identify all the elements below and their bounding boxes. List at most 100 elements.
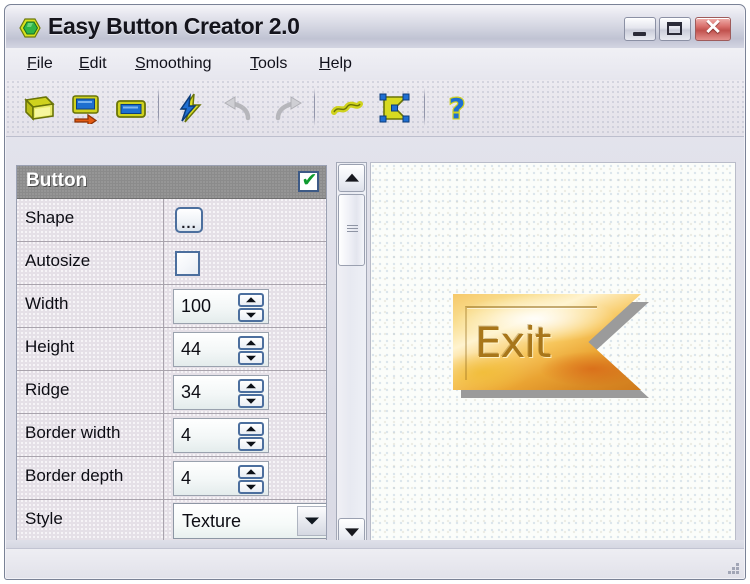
resize-grip[interactable] (725, 560, 739, 574)
preview-button-shape[interactable]: Exit (453, 294, 641, 390)
property-label: Style (25, 509, 63, 528)
property-label: Border depth (25, 466, 124, 485)
grip-lines-icon (347, 225, 358, 234)
menu-item-edit[interactable]: Edit (72, 53, 114, 75)
undo-icon[interactable] (222, 92, 256, 124)
width-spinner[interactable]: 100 (173, 289, 269, 324)
border-depth-spinner-down[interactable] (238, 480, 264, 494)
minimize-button[interactable] (624, 17, 656, 41)
ridge-value: 34 (181, 382, 202, 402)
preview-canvas[interactable]: Exit (370, 162, 736, 548)
panel-bottom-strip (6, 540, 744, 548)
property-value: Texture (163, 500, 326, 542)
property-row-border-depth: Border depth 4 (17, 457, 326, 500)
panel-enable-checkbox[interactable]: ✔ (298, 169, 319, 192)
close-icon: ✕ (704, 16, 722, 39)
toolbar-separator (158, 88, 159, 126)
menu-item-help[interactable]: Help (312, 53, 359, 75)
save-button-icon[interactable] (114, 92, 148, 124)
properties-panel: Button ✔ Shape ... Autosize Width 100 He… (16, 165, 327, 545)
border-depth-spinner[interactable]: 4 (173, 461, 269, 496)
border-width-spinner-down[interactable] (238, 437, 264, 451)
svg-text:?: ? (449, 92, 465, 124)
height-spinner-up[interactable] (238, 336, 264, 350)
panel-scrollbar[interactable] (336, 162, 367, 548)
menu-item-tools[interactable]: Tools (243, 53, 294, 75)
property-value: ... (163, 199, 326, 241)
minimize-icon (633, 32, 646, 36)
spinner-arrows (238, 336, 264, 365)
property-row-ridge: Ridge 34 (17, 371, 326, 414)
width-spinner-up[interactable] (238, 293, 264, 307)
property-value (163, 242, 326, 284)
property-row-shape: Shape ... (17, 199, 326, 242)
shape-ellipsis-button[interactable]: ... (175, 207, 203, 233)
border-width-spinner-up[interactable] (238, 422, 264, 436)
property-row-width: Width 100 (17, 285, 326, 328)
height-spinner-down[interactable] (238, 351, 264, 365)
property-row-autosize: Autosize (17, 242, 326, 285)
link-icon[interactable] (330, 92, 364, 124)
border-width-spinner[interactable]: 4 (173, 418, 269, 453)
maximize-button[interactable] (659, 17, 691, 41)
property-label: Ridge (25, 380, 70, 399)
ridge-spinner-down[interactable] (238, 394, 264, 408)
chevron-up-icon (344, 173, 359, 182)
border-depth-value: 4 (181, 468, 192, 488)
property-row-border-width: Border width 4 (17, 414, 326, 457)
close-button[interactable]: ✕ (695, 17, 731, 41)
chevron-down-icon (344, 528, 359, 537)
height-spinner[interactable]: 44 (173, 332, 269, 367)
property-label: Shape (25, 208, 75, 227)
property-value: 100 (163, 285, 326, 327)
open-export-icon[interactable] (68, 92, 102, 128)
hexagon-app-icon (19, 18, 41, 38)
property-value: 44 (163, 328, 326, 370)
ellipsis-icon: ... (181, 215, 197, 232)
property-value: 4 (163, 414, 326, 456)
autosize-checkbox[interactable] (175, 251, 200, 276)
toolbar-separator-3 (424, 88, 425, 126)
width-spinner-down[interactable] (238, 308, 264, 322)
help-question-icon[interactable]: ? (440, 91, 474, 126)
spinner-arrows (238, 422, 264, 451)
style-value: Texture (182, 511, 242, 531)
window-title: Easy Button Creator 2.0 (48, 13, 300, 39)
toolbar-separator-2 (314, 88, 315, 126)
ridge-spinner-up[interactable] (238, 379, 264, 393)
style-dropdown[interactable]: Texture (173, 503, 326, 539)
property-label: Autosize (25, 251, 91, 270)
app-window: Easy Button Creator 2.0 ✕ File Edit Smoo… (4, 4, 746, 580)
menu-item-smoothing[interactable]: Smoothing (128, 53, 219, 75)
menu-bar: File Edit Smoothing Tools Help (6, 48, 744, 81)
scroll-thumb[interactable] (338, 194, 365, 266)
height-value: 44 (181, 339, 202, 359)
shape-nodes-icon[interactable] (378, 92, 412, 124)
button-preview[interactable]: Exit (453, 294, 649, 398)
property-label: Width (25, 294, 69, 313)
panel-title: Button (26, 170, 88, 191)
property-label: Border width (25, 423, 121, 442)
spinner-arrows (238, 465, 264, 494)
check-icon: ✔ (301, 169, 318, 191)
maximize-icon (667, 22, 682, 35)
new-button-icon[interactable] (22, 92, 56, 124)
property-label: Height (25, 337, 75, 356)
spinner-arrows (238, 293, 264, 322)
ridge-spinner[interactable]: 34 (173, 375, 269, 410)
apply-flash-icon[interactable] (174, 92, 208, 124)
property-value: 4 (163, 457, 326, 499)
panel-header: Button ✔ (17, 166, 326, 199)
title-bar[interactable]: Easy Button Creator 2.0 ✕ (6, 6, 744, 49)
property-row-height: Height 44 (17, 328, 326, 371)
scroll-up-button[interactable] (338, 164, 365, 192)
redo-icon[interactable] (270, 92, 304, 124)
property-value: 34 (163, 371, 326, 413)
chevron-down-icon[interactable] (297, 506, 326, 536)
width-value: 100 (181, 296, 212, 316)
border-depth-spinner-up[interactable] (238, 465, 264, 479)
spinner-arrows (238, 379, 264, 408)
menu-item-file[interactable]: File (20, 53, 60, 75)
toolbar: ? (6, 80, 744, 137)
border-width-value: 4 (181, 425, 192, 445)
